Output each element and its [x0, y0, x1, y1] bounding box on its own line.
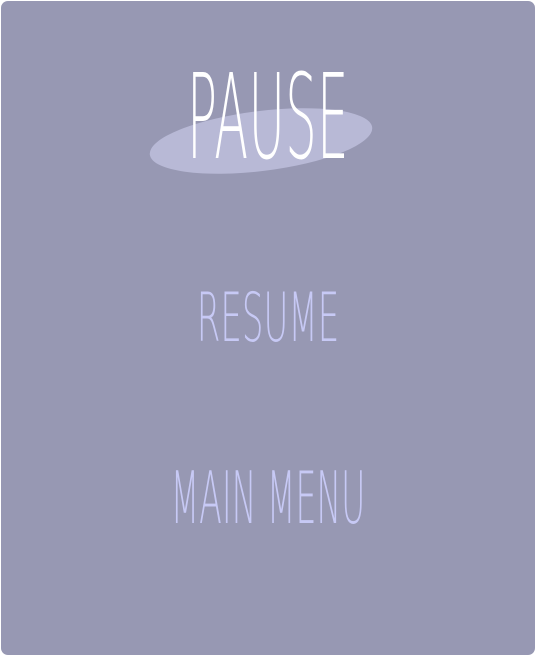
main-menu-button[interactable]: MAIN MENU — [145, 458, 391, 538]
title-area: PAUSE — [1, 53, 535, 193]
pause-panel: PAUSE RESUME MAIN MENU — [1, 1, 535, 655]
resume-button[interactable]: RESUME — [135, 281, 402, 357]
pause-title: PAUSE — [187, 48, 349, 186]
